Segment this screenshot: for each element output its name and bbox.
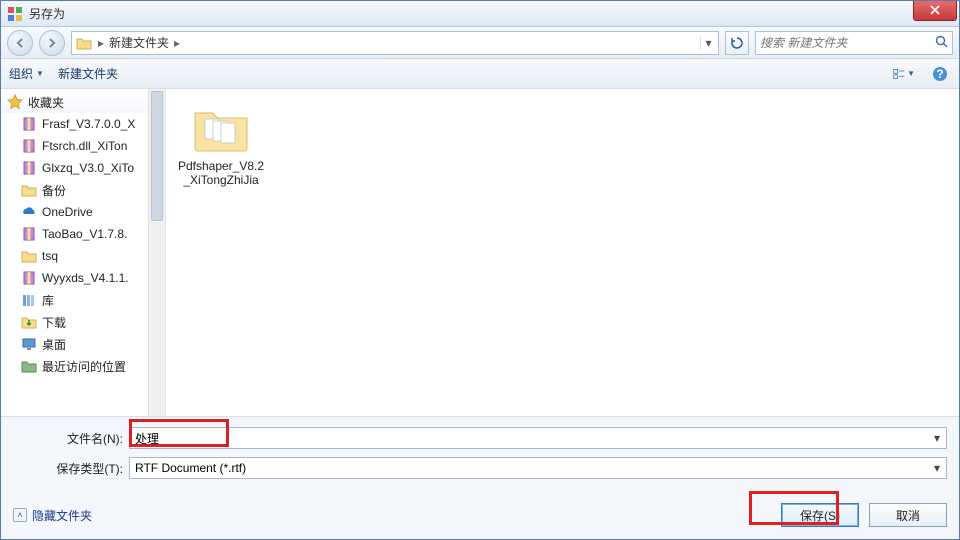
sidebar-item[interactable]: Ftsrch.dll_XiTon [1,135,165,157]
archive-icon [21,270,37,286]
new-folder-button[interactable]: 新建文件夹 [58,65,118,82]
address-dropdown[interactable]: ▾ [700,36,716,50]
archive-icon [21,160,37,176]
cancel-button[interactable]: 取消 [869,503,947,527]
hide-folders-link[interactable]: ˄ 隐藏文件夹 [13,507,92,524]
close-button[interactable] [913,1,957,21]
titlebar: 另存为 [1,1,959,27]
new-folder-label: 新建文件夹 [58,65,118,82]
recent-icon [21,358,37,374]
folder-icon [191,103,251,153]
sidebar-item[interactable]: OneDrive [1,201,165,223]
sidebar-item[interactable]: 库 [1,289,165,311]
folder-item[interactable]: Pdfshaper_V8.2_XiTongZhiJia [176,99,266,187]
library-icon [21,292,37,308]
form-area: 文件名(N): ▾ 保存类型(T): RTF Document (*.rtf) … [1,417,959,539]
sidebar-item[interactable]: TaoBao_V1.7.8. [1,223,165,245]
toolbar: 组织 ▼ 新建文件夹 ▼ ? [1,59,959,89]
folder-icon [76,36,92,50]
back-button[interactable] [7,30,33,56]
sidebar-item[interactable]: 桌面 [1,333,165,355]
search-icon[interactable] [935,35,948,51]
breadcrumb-separator: ▸ [96,36,106,50]
filename-label: 文件名(N): [13,430,123,447]
star-icon [7,94,23,110]
navbar: ▸ 新建文件夹 ▸ ▾ [1,27,959,59]
sidebar-item-label: Frasf_V3.7.0.0_X [42,117,135,131]
sidebar-item-label: OneDrive [42,205,93,219]
sidebar-favorites-label: 收藏夹 [28,94,64,111]
sidebar-scrollbar[interactable] [148,89,165,416]
sidebar-item[interactable]: Wyyxds_V4.1.1. [1,267,165,289]
search-input[interactable] [760,36,935,50]
sidebar: 收藏夹 Frasf_V3.7.0.0_X Ftsrch.dll_XiTon Gl… [1,89,166,416]
chevron-down-icon: ▼ [907,69,915,78]
folder-name: Pdfshaper_V8.2_XiTongZhiJia [176,159,266,187]
sidebar-item-label: tsq [42,249,58,263]
cancel-button-label: 取消 [896,507,920,524]
sidebar-item[interactable]: 最近访问的位置 [1,355,165,377]
filetype-select[interactable]: RTF Document (*.rtf) [129,457,947,479]
save-button[interactable]: 保存(S) [781,503,859,527]
chevron-down-icon: ▼ [36,69,44,78]
sidebar-item-label: 最近访问的位置 [42,358,126,375]
hide-folders-label: 隐藏文件夹 [32,507,92,524]
sidebar-item[interactable]: 下载 [1,311,165,333]
archive-icon [21,226,37,242]
organize-menu[interactable]: 组织 ▼ [9,65,44,82]
sidebar-item-label: Ftsrch.dll_XiTon [42,139,127,153]
sidebar-item-label: 库 [42,292,54,309]
forward-button[interactable] [39,30,65,56]
breadcrumb-item[interactable]: 新建文件夹 [106,34,172,51]
sidebar-item-label: 下载 [42,314,66,331]
filetype-value: RTF Document (*.rtf) [135,461,246,475]
filename-dropdown[interactable]: ▾ [929,429,945,447]
onedrive-icon [21,204,37,220]
app-icon [7,6,23,22]
address-bar[interactable]: ▸ 新建文件夹 ▸ ▾ [71,31,719,55]
filetype-label: 保存类型(T): [13,460,123,477]
organize-label: 组织 [9,65,33,82]
folder-icon [21,182,37,198]
filetype-dropdown[interactable]: ▾ [929,459,945,477]
archive-icon [21,116,37,132]
filename-input[interactable] [129,427,947,449]
sidebar-item-label: Wyyxds_V4.1.1. [42,271,129,285]
search-box[interactable] [755,31,953,55]
save-as-dialog: 另存为 ▸ 新建文件夹 ▸ ▾ [0,0,960,540]
save-button-label: 保存(S) [800,507,840,524]
svg-text:?: ? [936,67,943,81]
sidebar-item-label: TaoBao_V1.7.8. [42,227,127,241]
sidebar-item-label: 桌面 [42,336,66,353]
breadcrumb-separator: ▸ [172,36,182,50]
file-list[interactable]: Pdfshaper_V8.2_XiTongZhiJia [166,89,959,416]
refresh-button[interactable] [725,31,749,55]
sidebar-item-label: 备份 [42,182,66,199]
scrollbar-thumb[interactable] [151,91,163,221]
archive-icon [21,138,37,154]
download-icon [21,314,37,330]
sidebar-item-label: Glxzq_V3.0_XiTo [42,161,134,175]
body: 收藏夹 Frasf_V3.7.0.0_X Ftsrch.dll_XiTon Gl… [1,89,959,417]
help-button[interactable]: ? [929,63,951,85]
window-title: 另存为 [29,5,913,22]
sidebar-item[interactable]: tsq [1,245,165,267]
sidebar-item[interactable]: 备份 [1,179,165,201]
view-menu[interactable]: ▼ [893,63,915,85]
chevron-up-icon: ˄ [13,508,27,522]
sidebar-favorites-header[interactable]: 收藏夹 [1,91,165,113]
sidebar-item[interactable]: Glxzq_V3.0_XiTo [1,157,165,179]
desktop-icon [21,336,37,352]
sidebar-item[interactable]: Frasf_V3.7.0.0_X [1,113,165,135]
folder-icon [21,248,37,264]
